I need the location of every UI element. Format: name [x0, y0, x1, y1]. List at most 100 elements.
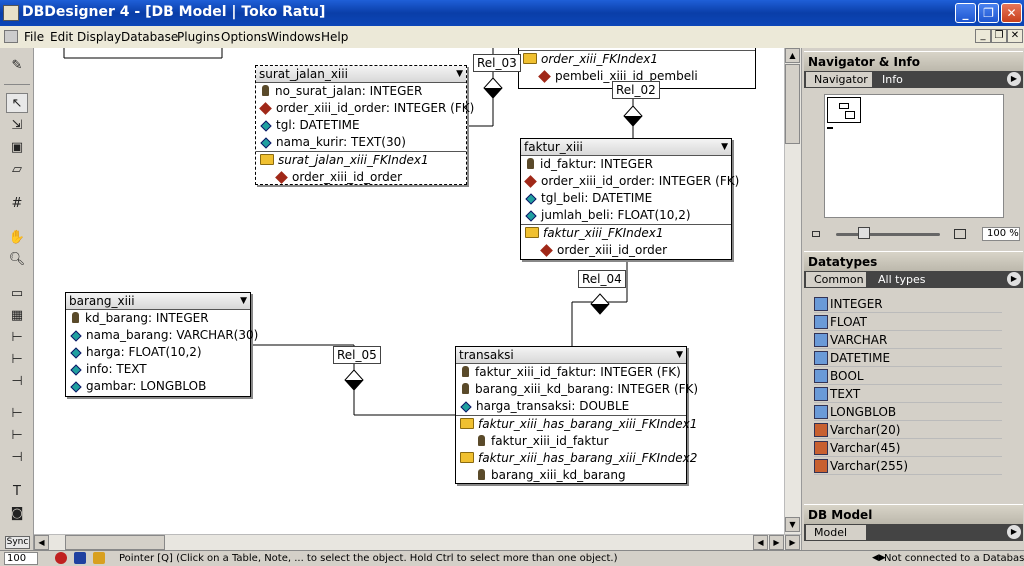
datatype-item[interactable]: VARCHAR [814, 331, 1002, 349]
nm-table-tool-icon[interactable]: ▦ [6, 306, 28, 326]
menu-edit[interactable]: Edit [50, 30, 73, 44]
tab-all-types[interactable]: All types [870, 272, 936, 287]
zoom-slider-handle[interactable] [858, 227, 870, 239]
datatype-item[interactable]: BOOL [814, 367, 1002, 385]
zoom-in-icon[interactable] [954, 229, 966, 239]
column-row[interactable]: id_faktur: INTEGER [521, 156, 731, 173]
table-tool-icon[interactable]: ▭ [6, 284, 28, 304]
datatype-item[interactable]: DATETIME [814, 349, 1002, 367]
select-move-tool-icon[interactable]: ⇲ [6, 116, 28, 136]
menu-file[interactable]: File [24, 30, 44, 44]
zoom-out-icon[interactable] [812, 231, 820, 237]
column-row[interactable]: info: TEXT [66, 361, 250, 378]
image-tool-icon[interactable]: ▣ [6, 138, 28, 158]
chevron-down-icon[interactable]: ▼ [721, 139, 728, 155]
datatype-item[interactable]: Varchar(45) [814, 439, 1002, 457]
close-button[interactable]: ✕ [1001, 3, 1022, 23]
tab-model[interactable]: Model [806, 525, 866, 540]
datatype-item[interactable]: Varchar(20) [814, 421, 1002, 439]
column-row[interactable]: kd_barang: INTEGER [66, 310, 250, 327]
pencil-icon[interactable]: ✎ [6, 56, 28, 76]
table-header[interactable]: transaksi ▼ [456, 347, 686, 364]
datatype-item[interactable]: FLOAT [814, 313, 1002, 331]
region-tool-icon[interactable]: ◙ [6, 504, 28, 524]
maximize-button[interactable]: ❐ [978, 3, 999, 23]
chevron-down-icon[interactable]: ▼ [456, 66, 463, 82]
scroll-left-icon[interactable]: ◀ [753, 535, 768, 550]
arrow-right-icon[interactable]: ▶ [1007, 525, 1021, 539]
minimize-button[interactable]: _ [955, 3, 976, 23]
column-row[interactable]: harga_transaksi: DOUBLE [456, 398, 686, 415]
scroll-down-icon[interactable]: ▼ [785, 517, 800, 532]
datatype-item[interactable]: TEXT [814, 385, 1002, 403]
grid-tool-icon[interactable]: # [6, 194, 28, 214]
column-row[interactable]: order_xiii_id_order: INTEGER (FK) [256, 100, 474, 117]
relation-label-rel-05[interactable]: Rel_05 [333, 346, 381, 364]
column-row[interactable]: harga: FLOAT(10,2) [66, 344, 250, 361]
index-column-row[interactable]: order_xiii_id_order [521, 242, 731, 259]
chevron-down-icon[interactable]: ▼ [676, 347, 683, 363]
mdi-close-button[interactable]: ✕ [1007, 29, 1023, 43]
stop-icon[interactable] [55, 552, 67, 564]
menu-options[interactable]: Options [221, 30, 267, 44]
column-row[interactable]: faktur_xiii_id_faktur: INTEGER (FK) [456, 364, 686, 381]
relation-nonid-tool-icon[interactable]: ⊢ [6, 426, 28, 446]
scroll-right-icon[interactable]: ▶ [785, 535, 800, 550]
status-zoom[interactable]: 100 % [4, 552, 38, 566]
table-header[interactable]: surat_jalan_xiii ▼ [256, 66, 466, 83]
menu-plugins[interactable]: Plugins [177, 30, 220, 44]
zoom-field[interactable]: 100 % [982, 227, 1020, 241]
column-row[interactable]: jumlah_beli: FLOAT(10,2) [521, 207, 731, 224]
scroll-right-icon[interactable]: ▶ [769, 535, 784, 550]
vertical-scrollbar[interactable]: ▲ ▼ [784, 48, 801, 534]
vertical-scroll-thumb[interactable] [785, 64, 800, 144]
table-faktur-xiii[interactable]: faktur_xiii ▼ id_faktur: INTEGER order_xi… [520, 138, 739, 260]
index-row[interactable]: faktur_xiii_has_barang_xiii_FKIndex2 [456, 450, 697, 467]
column-row[interactable]: gambar: LONGBLOB [66, 378, 250, 395]
relation-1n-sub-tool-icon[interactable]: ⊢ [6, 350, 28, 370]
menu-help[interactable]: Help [321, 30, 348, 44]
relation-id-tool-icon[interactable]: ⊣ [6, 448, 28, 468]
pointer-tool-icon[interactable]: ↖ [6, 93, 28, 113]
database-icon[interactable] [93, 552, 105, 564]
table-header[interactable]: faktur_xiii ▼ [521, 139, 731, 156]
model-canvas[interactable]: order_xiii_FKIndex1 pembeli_xiii_id_pemb… [34, 48, 784, 534]
scroll-up-icon[interactable]: ▲ [785, 48, 800, 63]
tab-info[interactable]: Info [874, 72, 934, 87]
column-row[interactable]: tgl: DATETIME [256, 117, 466, 134]
zoom-tool-icon[interactable]: 🔍︎ [6, 250, 28, 270]
horizontal-scroll-thumb[interactable] [65, 535, 165, 550]
navigator-preview[interactable] [824, 94, 1004, 218]
index-row[interactable]: order_xiii_FKIndex1 [519, 51, 755, 68]
table-surat-jalan-xiii[interactable]: surat_jalan_xiii ▼ no_surat_jalan: INTEGE… [255, 65, 474, 185]
chevron-down-icon[interactable]: ▼ [240, 293, 247, 309]
index-row[interactable]: surat_jalan_xiii_FKIndex1 [256, 152, 466, 169]
column-row[interactable]: nama_barang: VARCHAR(30) [66, 327, 258, 344]
relation-1n-tool-icon[interactable]: ⊢ [6, 328, 28, 348]
arrow-right-icon[interactable]: ▶ [1007, 272, 1021, 286]
column-row[interactable]: no_surat_jalan: INTEGER [256, 83, 466, 100]
index-row[interactable]: faktur_xiii_has_barang_xiii_FKIndex1 [456, 416, 697, 433]
relation-label-rel-02[interactable]: Rel_02 [612, 81, 660, 99]
menu-display[interactable]: Display [77, 30, 121, 44]
datatype-item[interactable]: LONGBLOB [814, 403, 1002, 421]
arrow-right-icon[interactable]: ▶ [1007, 72, 1021, 86]
note-tool-icon[interactable]: T [6, 482, 28, 502]
scroll-left-icon[interactable]: ◀ [34, 535, 49, 550]
mdi-minimize-button[interactable]: _ [975, 29, 991, 43]
datatype-item[interactable]: INTEGER [814, 295, 1002, 313]
save-icon[interactable] [74, 552, 86, 564]
relation-label-rel-04[interactable]: Rel_04 [578, 270, 626, 288]
relation-nm-tool-icon[interactable]: ⊢ [6, 404, 28, 424]
index-column-row[interactable]: barang_xiii_kd_barang [456, 467, 686, 484]
column-row[interactable]: barang_xiii_kd_barang: INTEGER (FK) [456, 381, 698, 398]
index-row[interactable]: faktur_xiii_FKIndex1 [521, 225, 731, 242]
column-row[interactable]: tgl_beli: DATETIME [521, 190, 731, 207]
index-column-row[interactable]: faktur_xiii_id_faktur [456, 433, 686, 450]
datatype-item[interactable]: Varchar(255) [814, 457, 1002, 475]
column-row[interactable]: nama_kurir: TEXT(30) [256, 134, 466, 151]
table-barang-xiii[interactable]: barang_xiii ▼ kd_barang: INTEGER nama_bar… [65, 292, 258, 397]
table-transaksi[interactable]: transaksi ▼ faktur_xiii_id_faktur: INTEGE… [455, 346, 698, 484]
viewport-frame[interactable] [827, 97, 861, 123]
mdi-restore-button[interactable]: ❐ [991, 29, 1007, 43]
